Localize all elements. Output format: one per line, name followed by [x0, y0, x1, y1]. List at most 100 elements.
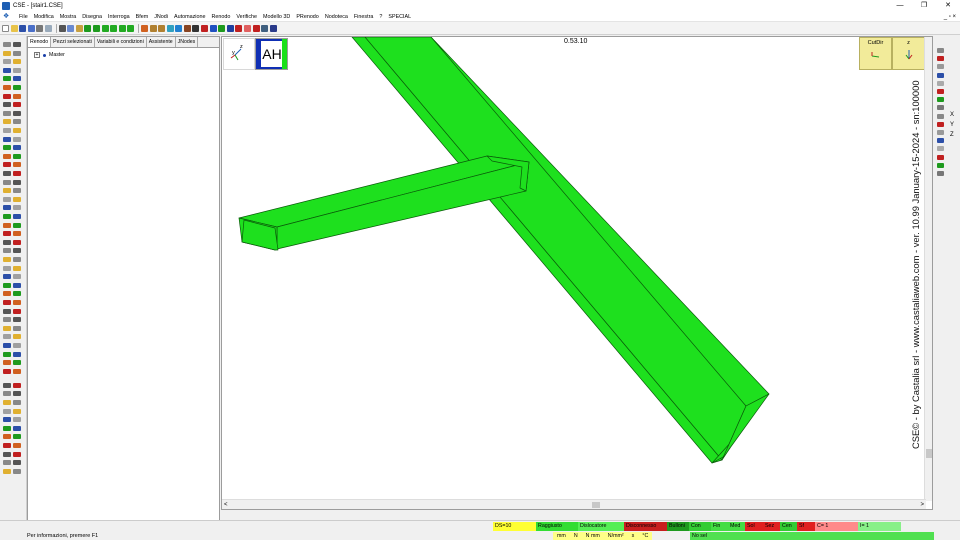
tool-icon[interactable] — [13, 408, 21, 414]
tool-icon[interactable] — [3, 119, 11, 125]
wireframe-icon[interactable] — [201, 24, 209, 32]
tool-icon[interactable] — [3, 136, 11, 142]
tool-icon[interactable] — [13, 188, 21, 194]
save-icon[interactable] — [19, 24, 27, 32]
menu-nodoteca[interactable]: Nodoteca — [322, 14, 351, 20]
menu-verifiche[interactable]: Verifiche — [233, 14, 260, 20]
zoom-out-icon[interactable] — [158, 24, 166, 32]
tool-icon[interactable] — [937, 72, 944, 78]
tool-icon[interactable] — [3, 265, 11, 271]
render-icon[interactable] — [192, 24, 200, 32]
tab-renodo[interactable]: Renodo — [28, 37, 52, 47]
tool-icon[interactable] — [3, 317, 11, 323]
tool-icon[interactable] — [13, 291, 21, 297]
tab-jnodes[interactable]: JNodes — [176, 37, 199, 47]
tab-assistente[interactable]: Assistente — [147, 37, 176, 47]
tool-icon[interactable] — [937, 121, 944, 127]
close-button[interactable]: ✕ — [936, 0, 960, 12]
tool-icon[interactable] — [937, 48, 944, 53]
preview-icon[interactable] — [44, 24, 52, 32]
zoom-window-icon[interactable] — [140, 24, 148, 32]
tool-icon[interactable] — [3, 196, 11, 202]
tool-icon[interactable] — [13, 325, 21, 331]
save-as-icon[interactable] — [27, 24, 35, 32]
menu-jnodi[interactable]: JNodi — [151, 14, 171, 20]
tool-icon[interactable] — [13, 153, 21, 159]
arrow-right-icon[interactable] — [127, 24, 135, 32]
tool-icon[interactable] — [13, 257, 21, 262]
tool-icon[interactable] — [13, 351, 21, 357]
tool-icon[interactable] — [3, 231, 11, 237]
tool-icon[interactable] — [13, 162, 21, 168]
menu-bfem[interactable]: Bfem — [133, 14, 152, 20]
axis-z-button[interactable]: Z — [950, 132, 954, 138]
cut-icon[interactable] — [58, 24, 66, 32]
tool-icon[interactable] — [13, 145, 21, 151]
mdi-controls[interactable]: _ ▫ × — [944, 12, 956, 22]
tool-icon[interactable] — [13, 300, 21, 305]
tool-icon[interactable] — [3, 222, 11, 228]
tool-icon[interactable] — [3, 300, 11, 305]
tool-icon[interactable] — [13, 214, 21, 219]
tool-icon[interactable] — [13, 460, 21, 466]
tool-icon[interactable] — [3, 368, 11, 374]
tool-icon[interactable] — [937, 130, 944, 135]
filter-icon[interactable] — [244, 24, 252, 32]
tool-icon[interactable] — [3, 102, 11, 108]
tool-icon[interactable] — [3, 325, 11, 331]
move-icon[interactable] — [84, 24, 92, 32]
tool-icon[interactable] — [3, 67, 11, 73]
tool-icon[interactable] — [13, 400, 21, 405]
open-icon[interactable] — [10, 24, 18, 32]
tool-icon[interactable] — [13, 205, 21, 211]
tool-icon[interactable] — [13, 102, 21, 108]
tool-icon[interactable] — [3, 171, 11, 176]
tool-icon[interactable] — [937, 162, 944, 168]
tool-icon[interactable] — [3, 205, 11, 211]
menu-file[interactable]: File — [16, 14, 31, 20]
tool-icon[interactable] — [3, 282, 11, 288]
tab-variabili-e-condizioni[interactable]: Variabili e condizioni — [95, 37, 147, 47]
grid-icon[interactable] — [261, 24, 269, 32]
refresh-icon[interactable] — [183, 24, 191, 32]
zoom-all-icon[interactable] — [166, 24, 174, 32]
tool-icon[interactable] — [3, 76, 11, 82]
tool-icon[interactable] — [13, 42, 21, 47]
tool-icon[interactable] — [3, 334, 11, 340]
menu-interroga[interactable]: Interroga — [105, 14, 133, 20]
tool-icon[interactable] — [13, 468, 21, 474]
tool-icon[interactable] — [3, 257, 11, 262]
tool-icon[interactable] — [13, 434, 21, 440]
tool-icon[interactable] — [13, 128, 21, 133]
restore-button[interactable]: ❐ — [912, 0, 936, 12]
copy-icon[interactable] — [67, 24, 75, 32]
tool-icon[interactable] — [13, 231, 21, 237]
tool-icon[interactable] — [3, 343, 11, 348]
menu-modifica[interactable]: Modifica — [31, 14, 57, 20]
stringer-bottom-flange[interactable] — [351, 37, 723, 464]
tool-icon[interactable] — [937, 56, 944, 62]
tool-icon[interactable] — [13, 274, 21, 280]
tool-icon[interactable] — [937, 80, 944, 86]
tool-icon[interactable] — [937, 171, 944, 176]
tool-icon[interactable] — [3, 153, 11, 159]
scroll-right-arrow[interactable]: > — [920, 500, 924, 509]
tool-icon[interactable] — [937, 146, 944, 152]
help-pointer-icon[interactable] — [269, 24, 277, 32]
tool-icon[interactable] — [13, 50, 21, 56]
menu-prenodo[interactable]: PRenodo — [293, 14, 321, 20]
tool-icon[interactable] — [3, 308, 11, 314]
tool-icon[interactable] — [3, 391, 11, 397]
tool-icon[interactable] — [13, 334, 21, 340]
vertical-scrollbar[interactable] — [924, 37, 932, 501]
tool-icon[interactable] — [3, 400, 11, 405]
horizontal-scrollbar[interactable]: < > — [222, 499, 926, 509]
tool-icon[interactable] — [13, 317, 21, 323]
tool-icon[interactable] — [13, 425, 21, 431]
menu-modello-3d[interactable]: Modello 3D — [260, 14, 293, 20]
measure-icon[interactable] — [235, 24, 243, 32]
tree-expander[interactable]: + — [34, 52, 40, 58]
tool-icon[interactable] — [13, 360, 21, 366]
tool-icon[interactable] — [3, 93, 11, 99]
tool-icon[interactable] — [13, 265, 21, 271]
